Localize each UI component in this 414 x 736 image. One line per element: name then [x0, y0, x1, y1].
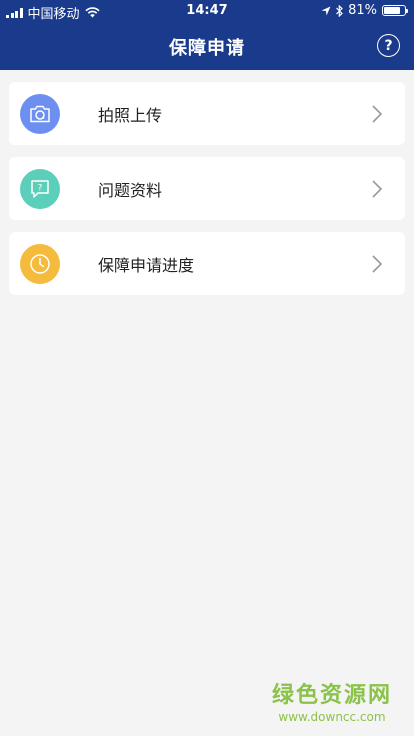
battery-icon: [382, 5, 408, 16]
menu-icon-circle: [20, 93, 60, 134]
help-button[interactable]: ?: [377, 34, 400, 57]
chevron-right-icon: [372, 104, 383, 123]
menu-item-label: 保障申请进度: [98, 255, 195, 275]
watermark-url: www.downcc.com: [278, 710, 386, 724]
location-icon: [321, 6, 331, 15]
watermark: 绿色资源网 www.downcc.com: [272, 677, 392, 724]
battery-fill: [384, 7, 401, 14]
menu-icon-circle: ?: [20, 168, 60, 209]
clock-icon: [30, 253, 50, 274]
svg-text:?: ?: [38, 183, 43, 193]
chevron-right-icon: [372, 179, 383, 198]
chevron-right-icon: [372, 254, 383, 273]
page-title: 保障申请: [169, 38, 245, 59]
app-header: 中国移动 14:47 81% 保障申请 ?: [0, 0, 414, 70]
menu-item-question-materials[interactable]: ? 问题资料: [9, 157, 405, 220]
help-icon: ?: [384, 37, 393, 54]
camera-icon: [30, 105, 50, 122]
bluetooth-icon: [336, 4, 343, 17]
battery-percent: 81%: [348, 3, 377, 18]
watermark-title: 绿色资源网: [271, 683, 392, 708]
chat-question-icon: ?: [31, 179, 49, 198]
menu-item-photo-upload[interactable]: 拍照上传: [9, 82, 405, 145]
menu-item-label: 问题资料: [98, 180, 163, 200]
status-right: 81%: [321, 3, 408, 18]
menu-item-application-progress[interactable]: 保障申请进度: [9, 232, 405, 295]
status-bar: 中国移动 14:47 81%: [0, 0, 414, 22]
menu-icon-circle: [20, 243, 60, 284]
menu-item-label: 拍照上传: [98, 105, 163, 125]
